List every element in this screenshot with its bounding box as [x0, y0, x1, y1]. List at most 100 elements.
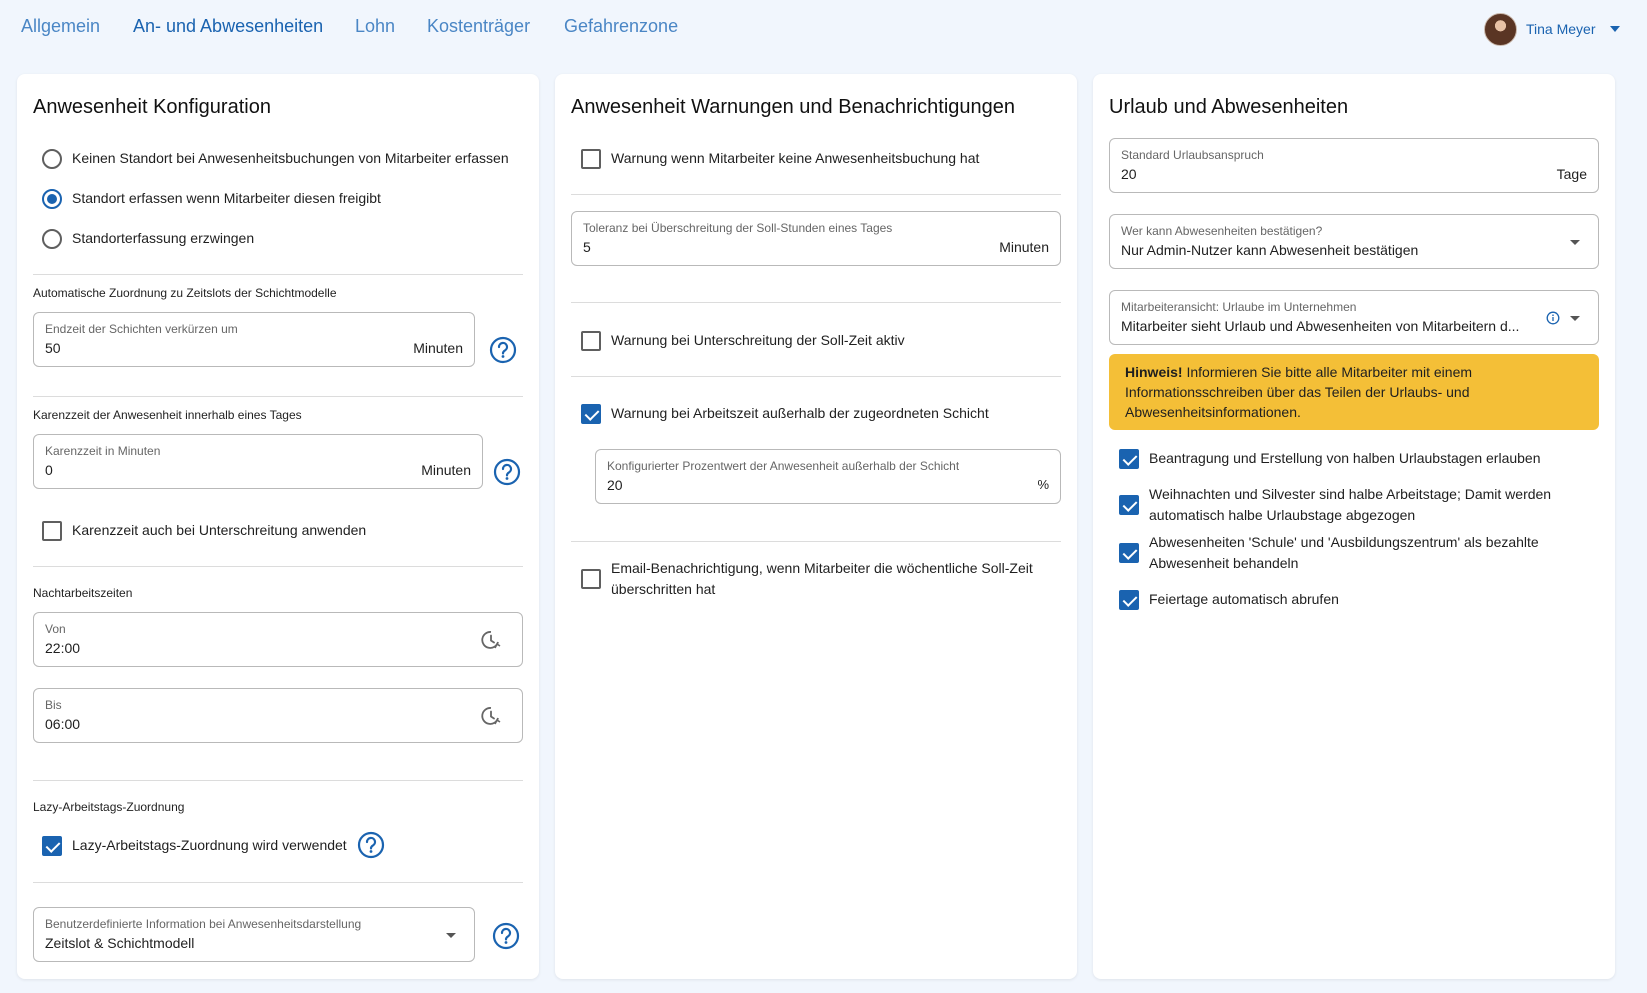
field-label: Toleranz bei Überschreitung der Soll-Stu…	[583, 221, 893, 235]
vacation-entitlement-field[interactable]: Standard Urlaubsanspruch 20 Tage	[1109, 138, 1599, 193]
radio-location-when-shared[interactable]: Standort erfassen wenn Mitarbeiter diese…	[42, 188, 381, 209]
checkbox-label: Feiertage automatisch abrufen	[1149, 591, 1339, 607]
night-to-field[interactable]: Bis 06:00	[33, 688, 523, 743]
night-from-field[interactable]: Von 22:00	[33, 612, 523, 667]
checkbox-label: Weihnachten und Silvester sind halbe Arb…	[1149, 484, 1551, 526]
outside-shift-checkbox[interactable]: Warnung bei Arbeitszeit außerhalb der zu…	[581, 403, 989, 424]
tolerance-field[interactable]: Toleranz bei Überschreitung der Soll-Stu…	[571, 211, 1061, 266]
card-title: Anwesenheit Konfiguration	[33, 96, 271, 118]
checkbox-label-line: Abwesenheit behandeln	[1149, 555, 1299, 571]
user-name: Tina Meyer	[1526, 21, 1596, 37]
field-label: Karenzzeit in Minuten	[45, 444, 161, 458]
checkbox-label: Karenzzeit auch bei Unterschreitung anwe…	[72, 522, 367, 538]
checkbox-indicator	[581, 569, 601, 589]
info-icon[interactable]	[1546, 311, 1560, 325]
tab-an-und-abwesenheiten[interactable]: An- und Abwesenheiten	[133, 16, 323, 37]
hint-banner: Hinweis! Informieren Sie bitte alle Mita…	[1109, 354, 1599, 430]
radio-label: Keinen Standort bei Anwesenheitsbuchunge…	[72, 150, 509, 166]
divider	[33, 566, 523, 567]
checkbox-label-line: Abwesenheiten 'Schule' und 'Ausbildungsz…	[1149, 534, 1539, 550]
outside-shift-percent-field[interactable]: Konfigurierter Prozentwert der Anwesenhe…	[595, 449, 1061, 504]
field-label: Konfigurierter Prozentwert der Anwesenhe…	[607, 459, 960, 473]
user-menu[interactable]: Tina Meyer	[1484, 12, 1620, 46]
checkbox-label-line: Weihnachten und Silvester sind halbe Arb…	[1149, 486, 1552, 502]
grace-under-checkbox[interactable]: Karenzzeit auch bei Unterschreitung anwe…	[42, 520, 366, 541]
field-label: Standard Urlaubsanspruch	[1121, 148, 1264, 162]
tab-allgemein[interactable]: Allgemein	[21, 16, 100, 37]
help-icon[interactable]	[357, 831, 385, 859]
field-value: 0	[45, 462, 53, 478]
field-label: Mitarbeiteransicht: Urlaube im Unternehm…	[1121, 300, 1357, 314]
help-icon[interactable]	[493, 458, 521, 486]
card-title: Anwesenheit Warnungen und Benachrichtigu…	[571, 96, 1016, 118]
checkbox-label-line: Email-Benachrichtigung, wenn Mitarbeiter…	[611, 560, 1033, 576]
attendance-config-card: Anwesenheit Konfiguration Keinen Standor…	[17, 74, 539, 979]
radio-indicator	[42, 188, 62, 209]
christmas-half-day-checkbox[interactable]: Weihnachten und Silvester sind halbe Arb…	[1119, 484, 1551, 526]
divider	[33, 396, 523, 397]
checkbox-indicator	[42, 520, 62, 541]
divider	[571, 376, 1061, 377]
employee-view-select[interactable]: Mitarbeiteransicht: Urlaube im Unternehm…	[1109, 290, 1599, 345]
checkbox-label: Lazy-Arbeitstags-Zuordnung wird verwende…	[72, 837, 347, 853]
field-value: 5	[583, 239, 591, 255]
radio-indicator	[42, 148, 62, 169]
field-value: Zeitslot & Schichtmodell	[45, 935, 195, 951]
field-suffix: Minuten	[999, 239, 1049, 255]
checkbox-indicator	[581, 403, 601, 424]
clock-icon[interactable]	[480, 705, 502, 727]
field-label: Bis	[45, 698, 62, 712]
divider	[33, 882, 523, 883]
checkbox-label-line: automatisch halbe Urlaubstage abgezogen	[1149, 507, 1416, 523]
checkbox-indicator	[581, 330, 601, 351]
field-value: 06:00	[45, 716, 81, 732]
shift-section-label: Automatische Zuordnung zu Zeitslots der …	[33, 286, 337, 300]
field-value: 20	[1121, 166, 1137, 182]
field-value: 50	[45, 340, 61, 356]
chevron-down-icon	[1609, 26, 1620, 32]
field-suffix: Minuten	[421, 462, 471, 478]
field-suffix: Tage	[1556, 166, 1587, 182]
grace-section-label: Karenzzeit der Anwesenheit innerhalb ein…	[33, 408, 302, 422]
under-target-checkbox[interactable]: Warnung bei Unterschreitung der Soll-Zei…	[581, 330, 905, 351]
checkbox-indicator	[42, 835, 62, 856]
radio-force-location[interactable]: Standorterfassung erzwingen	[42, 228, 254, 249]
checkbox-label: Warnung wenn Mitarbeiter keine Anwesenhe…	[611, 150, 980, 166]
checkbox-indicator	[581, 148, 601, 169]
field-value: 22:00	[45, 640, 81, 656]
help-icon[interactable]	[492, 922, 520, 950]
tab-kostentraeger[interactable]: Kostenträger	[427, 16, 530, 37]
custom-info-select[interactable]: Benutzerdefinierte Information bei Anwes…	[33, 907, 475, 962]
grace-minutes-field[interactable]: Karenzzeit in Minuten 0 Minuten	[33, 434, 483, 489]
shift-shorten-field[interactable]: Endzeit der Schichten verkürzen um 50 Mi…	[33, 312, 475, 367]
help-icon[interactable]	[489, 336, 517, 364]
divider	[571, 194, 1061, 195]
checkbox-label: Warnung bei Unterschreitung der Soll-Zei…	[611, 332, 905, 348]
night-section-label: Nachtarbeitszeiten	[33, 586, 133, 600]
vacation-card: Urlaub und Abwesenheiten Standard Urlaub…	[1093, 74, 1615, 979]
half-day-checkbox[interactable]: Beantragung und Erstellung von halben Ur…	[1119, 448, 1541, 469]
field-suffix: Minuten	[413, 340, 463, 356]
radio-no-location[interactable]: Keinen Standort bei Anwesenheitsbuchunge…	[42, 148, 509, 169]
divider	[33, 780, 523, 781]
divider	[571, 302, 1061, 303]
top-navigation: Allgemein An- und Abwesenheiten Lohn Kos…	[0, 0, 1647, 56]
checkbox-label: Beantragung und Erstellung von halben Ur…	[1149, 450, 1541, 466]
radio-indicator	[42, 228, 62, 249]
no-booking-checkbox[interactable]: Warnung wenn Mitarbeiter keine Anwesenhe…	[581, 148, 979, 169]
tab-gefahrenzone[interactable]: Gefahrenzone	[564, 16, 678, 37]
email-notification-checkbox[interactable]: Email-Benachrichtigung, wenn Mitarbeiter…	[581, 558, 1033, 600]
radio-label: Standorterfassung erzwingen	[72, 230, 255, 246]
holidays-auto-checkbox[interactable]: Feiertage automatisch abrufen	[1119, 589, 1339, 610]
field-suffix: %	[1037, 477, 1049, 492]
checkbox-label: Abwesenheiten 'Schule' und 'Ausbildungsz…	[1149, 532, 1539, 574]
avatar	[1484, 12, 1517, 46]
lazy-checkbox[interactable]: Lazy-Arbeitstags-Zuordnung wird verwende…	[42, 835, 347, 856]
dropdown-arrow-icon	[1570, 240, 1580, 245]
field-value: Nur Admin-Nutzer kann Abwesenheit bestät…	[1121, 242, 1419, 258]
clock-icon[interactable]	[480, 629, 502, 651]
approver-select[interactable]: Wer kann Abwesenheiten bestätigen? Nur A…	[1109, 214, 1599, 269]
hint-title: Hinweis!	[1125, 364, 1183, 380]
tab-lohn[interactable]: Lohn	[355, 16, 395, 37]
paid-absence-checkbox[interactable]: Abwesenheiten 'Schule' und 'Ausbildungsz…	[1119, 532, 1539, 574]
